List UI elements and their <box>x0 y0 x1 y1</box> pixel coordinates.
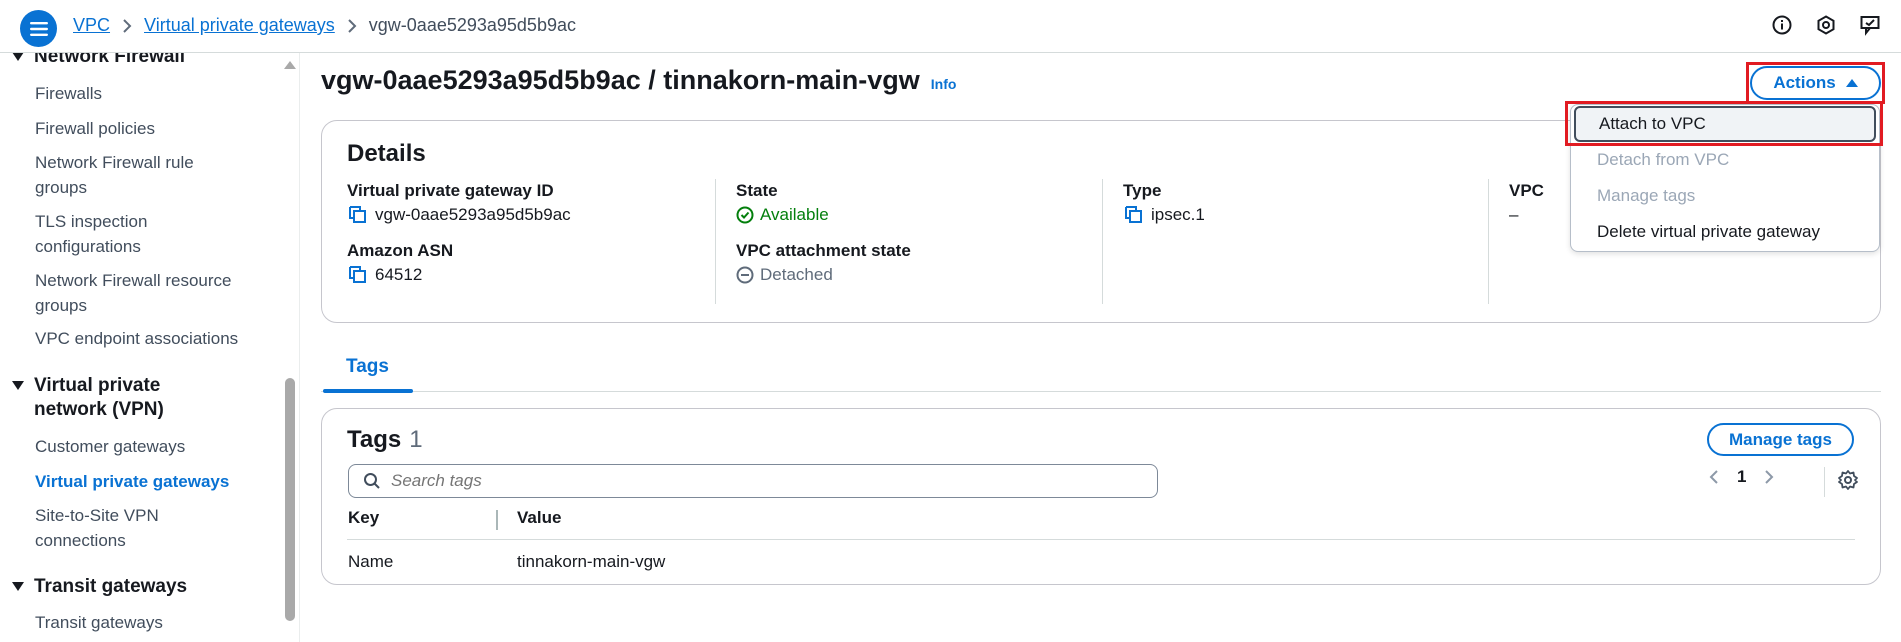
sidebar-section-title: Transit gateways <box>34 576 188 597</box>
settings-hexagon-icon[interactable] <box>1815 14 1837 36</box>
top-icons <box>1771 14 1881 36</box>
chevron-right-icon <box>347 18 357 34</box>
amazon-asn-value: 64512 <box>347 263 707 287</box>
state-value: Available <box>736 203 1096 227</box>
copy-icon[interactable] <box>347 204 369 226</box>
column-divider <box>1102 179 1103 304</box>
chevron-right-icon <box>122 18 132 34</box>
breadcrumb-vpc[interactable]: VPC <box>73 15 110 36</box>
sidebar-scrollbar[interactable] <box>285 378 295 621</box>
chevron-left-icon[interactable] <box>1709 469 1719 485</box>
actions-button[interactable]: Actions <box>1750 66 1881 100</box>
tags-container: Tags 1 Manage tags 1 Key Value Name tinna… <box>321 408 1881 585</box>
details-column-2: State Available VPC attachment state Det… <box>736 179 1096 304</box>
menu-item-manage-tags: Manage tags <box>1597 186 1696 205</box>
menu-icon[interactable] <box>20 10 57 47</box>
caret-down-icon <box>12 575 34 592</box>
vgw-id-value: vgw-0aae5293a95d5b9ac <box>347 203 707 227</box>
tags-title-text: Tags <box>347 426 402 453</box>
feedback-icon[interactable] <box>1859 14 1881 36</box>
copy-icon[interactable] <box>347 264 369 286</box>
page-number[interactable]: 1 <box>1737 467 1746 487</box>
sidebar-item-vpc-endpoint-associations[interactable]: VPC endpoint associations <box>0 326 260 351</box>
sidebar-item-firewalls[interactable]: Firewalls <box>0 81 260 106</box>
gear-icon[interactable] <box>1837 469 1859 491</box>
breadcrumb-virtual-private-gateways[interactable]: Virtual private gateways <box>144 15 335 36</box>
sidebar-section-vpn[interactable]: Virtual private network (VPN) <box>0 374 194 422</box>
pager-divider <box>1824 467 1825 497</box>
tags-title: Tags 1 <box>347 426 423 454</box>
table-cell-value: tinnakorn-main-vgw <box>517 552 666 571</box>
top-navigation-bar: VPC Virtual private gateways vgw-0aae529… <box>0 0 1901 53</box>
menu-item-delete-vgw[interactable]: Delete virtual private gateway <box>1571 214 1879 250</box>
page-title-text: vgw-0aae5293a95d5b9ac / tinnakorn-main-v… <box>321 65 920 95</box>
copy-icon[interactable] <box>1123 204 1145 226</box>
type-text: ipsec.1 <box>1151 205 1205 224</box>
menu-item-detach-from-vpc: Detach from VPC <box>1597 150 1730 169</box>
caret-up-icon <box>1845 78 1858 88</box>
sidebar-section-title: Virtual private network (VPN) <box>34 375 164 420</box>
amazon-asn-label: Amazon ASN <box>347 241 454 260</box>
tab-tags[interactable]: Tags <box>346 356 389 378</box>
sidebar-item-firewall-policies[interactable]: Firewall policies <box>0 116 260 141</box>
tags-count: 1 <box>409 426 423 453</box>
column-divider <box>1488 179 1489 304</box>
check-circle-icon <box>736 206 754 224</box>
search-icon <box>363 472 381 490</box>
search-field <box>348 464 1158 498</box>
vgw-id-label: Virtual private gateway ID <box>347 181 554 200</box>
vgw-id-text: vgw-0aae5293a95d5b9ac <box>375 205 571 224</box>
side-navigation: Network Firewall Firewalls Firewall poli… <box>0 53 300 642</box>
amazon-asn-text: 64512 <box>375 265 423 284</box>
caret-down-icon <box>12 53 34 62</box>
details-column-1: Virtual private gateway ID vgw-0aae5293a… <box>347 179 707 304</box>
breadcrumb-current: vgw-0aae5293a95d5b9ac <box>368 15 576 35</box>
type-value: ipsec.1 <box>1123 203 1483 227</box>
search-input[interactable] <box>391 471 1151 491</box>
chevron-right-icon[interactable] <box>1764 469 1774 485</box>
column-header-key[interactable]: Key <box>348 508 379 528</box>
state-label: State <box>736 181 778 200</box>
breadcrumb: VPC Virtual private gateways vgw-0aae529… <box>73 15 576 36</box>
table-header-divider <box>347 539 1855 540</box>
tabs-bar: Tags <box>321 350 1881 393</box>
vpc-attachment-state-text: Detached <box>760 265 833 284</box>
sidebar-section-network-firewall[interactable]: Network Firewall <box>0 53 185 69</box>
sidebar-item-site-to-site-vpn[interactable]: Site-to-Site VPN connections <box>0 503 170 553</box>
column-resizer[interactable] <box>496 510 498 530</box>
column-header-value[interactable]: Value <box>517 508 561 528</box>
sidebar-item-virtual-private-gateways[interactable]: Virtual private gateways <box>0 469 260 494</box>
scroll-up-arrow-icon[interactable] <box>284 57 296 75</box>
type-label: Type <box>1123 181 1162 200</box>
table-cell-key: Name <box>348 552 394 571</box>
sidebar-item-network-firewall-resource-groups[interactable]: Network Firewall resource groups <box>0 268 240 318</box>
page-title: vgw-0aae5293a95d5b9ac / tinnakorn-main-v… <box>321 65 956 96</box>
pagination: 1 <box>1709 467 1774 487</box>
sidebar-item-network-firewall-rule-groups[interactable]: Network Firewall rule groups <box>0 150 220 200</box>
attach-highlight-box <box>1565 101 1883 146</box>
sidebar-item-customer-gateways[interactable]: Customer gateways <box>0 434 260 459</box>
active-tab-indicator <box>323 389 413 393</box>
sidebar-section-transit-gateways[interactable]: Transit gateways <box>0 575 187 599</box>
vpc-attachment-state-value: Detached <box>736 263 1096 287</box>
manage-tags-button[interactable]: Manage tags <box>1707 423 1854 456</box>
caret-down-icon <box>12 374 34 391</box>
sidebar-item-transit-gateways[interactable]: Transit gateways <box>0 610 260 635</box>
sidebar-section-title: Network Firewall <box>34 53 185 67</box>
column-divider <box>715 179 716 304</box>
state-text: Available <box>760 205 829 224</box>
details-column-3: Type ipsec.1 <box>1123 179 1483 304</box>
vpc-attachment-state-label: VPC attachment state <box>736 241 911 260</box>
details-title: Details <box>347 140 426 167</box>
info-link[interactable]: Info <box>931 76 957 92</box>
sidebar-item-tls-inspection[interactable]: TLS inspection configurations <box>0 209 180 259</box>
actions-label: Actions <box>1773 73 1836 92</box>
info-circle-icon[interactable] <box>1771 14 1793 36</box>
minus-circle-icon <box>736 266 754 284</box>
